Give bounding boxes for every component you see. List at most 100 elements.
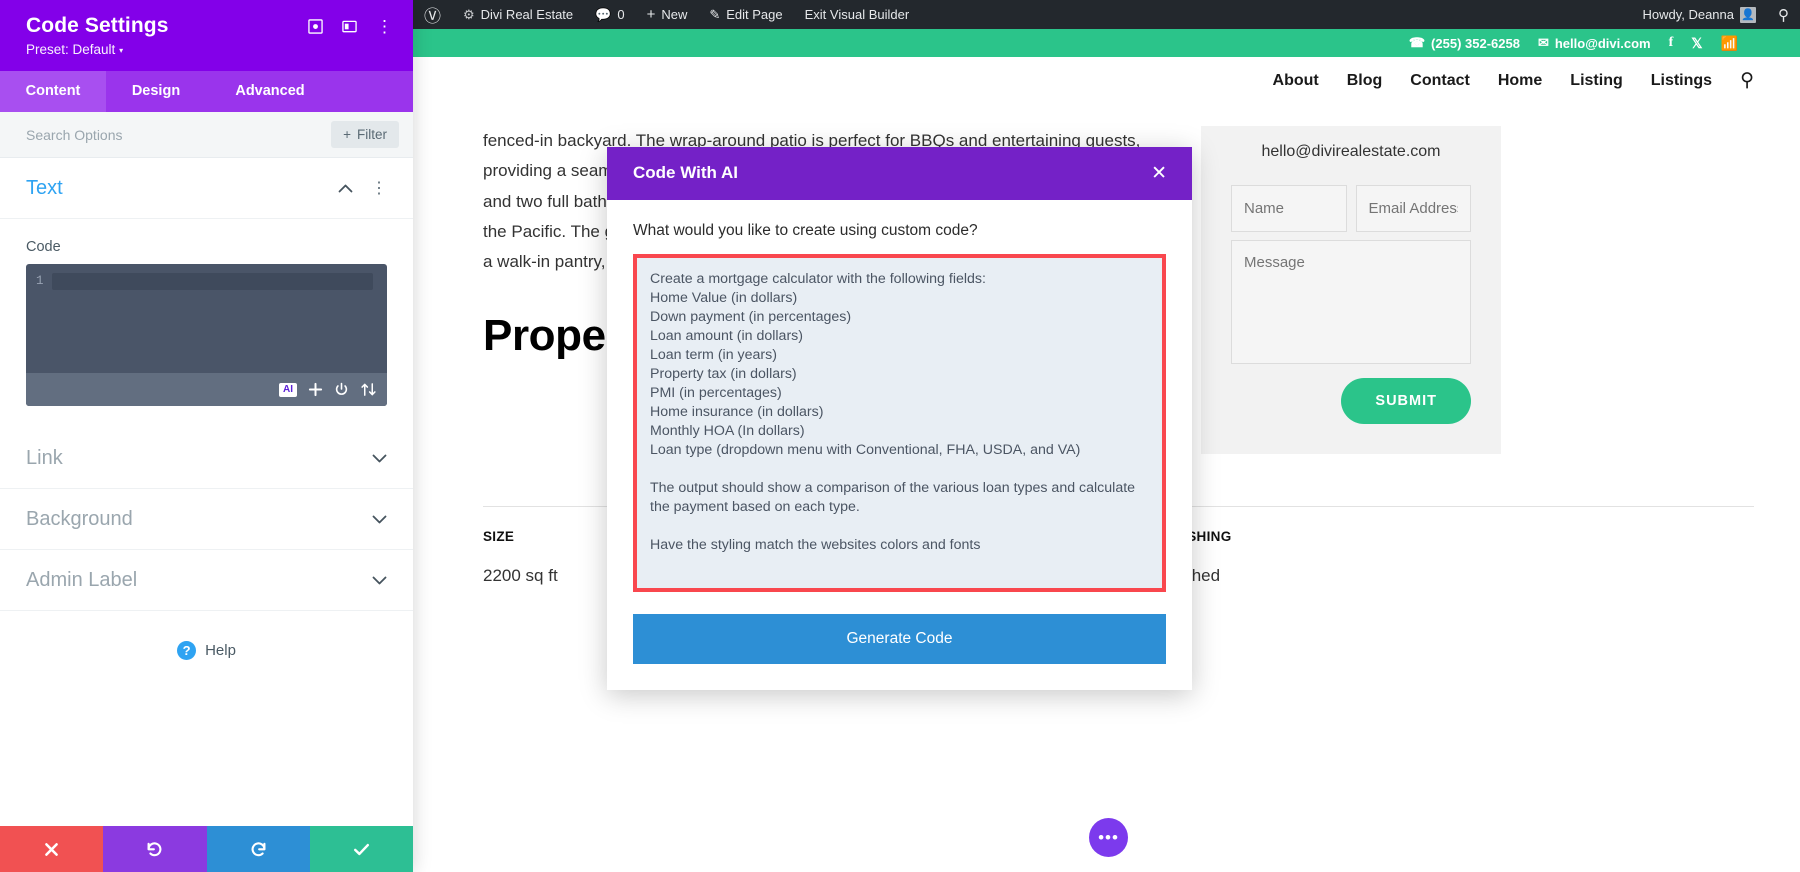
nav-search-icon[interactable]: ⚲: [1740, 69, 1754, 92]
sort-updown-icon[interactable]: [360, 382, 377, 397]
new-content-menu[interactable]: + New: [636, 0, 699, 29]
new-label: New: [661, 7, 688, 22]
comments-count: 0: [617, 7, 625, 22]
undo-button[interactable]: [103, 826, 207, 872]
settings-search-bar: + Filter: [0, 112, 413, 159]
x-twitter-icon[interactable]: 𝕏: [1691, 35, 1702, 52]
section-body-text: Code 1 AI: [0, 219, 413, 428]
help-button[interactable]: ? Help: [0, 611, 413, 661]
kebab-menu-icon[interactable]: ⋮: [376, 18, 393, 35]
ai-prompt-textarea[interactable]: [633, 254, 1166, 592]
cancel-button[interactable]: [0, 826, 104, 872]
user-account-menu[interactable]: Howdy, Deanna 👤: [1631, 0, 1767, 29]
spec-furnishing-value: Furnished: [1145, 566, 1755, 586]
close-icon[interactable]: ✕: [1148, 164, 1170, 183]
site-topbar: ☎ (255) 352-6258 ✉ hello@divi.com f 𝕏 📶: [413, 29, 1800, 57]
exit-visual-builder-link[interactable]: Exit Visual Builder: [794, 0, 921, 29]
power-icon[interactable]: [334, 382, 349, 397]
sidebar-column: hello@divirealestate.com SUBMIT: [1201, 126, 1501, 454]
add-icon[interactable]: [308, 382, 323, 397]
facebook-icon[interactable]: f: [1669, 35, 1674, 51]
submit-button[interactable]: SUBMIT: [1341, 378, 1471, 424]
preset-label: Preset: Default: [26, 42, 116, 58]
contact-email-label: hello@divirealestate.com: [1261, 143, 1441, 160]
module-settings-panel: Code Settings Preset: Default ▾ ⋮ Conten…: [0, 0, 413, 872]
message-field[interactable]: [1231, 240, 1471, 364]
tab-content[interactable]: Content: [0, 71, 106, 113]
plus-icon: +: [646, 6, 656, 23]
nav-item-listing[interactable]: Listing: [1570, 72, 1622, 90]
section-header-admin-label[interactable]: Admin Label: [0, 550, 413, 612]
name-field[interactable]: [1231, 185, 1347, 232]
code-field-label: Code: [26, 239, 61, 256]
modal-footer: Generate Code: [607, 592, 1192, 690]
pencil-icon: ✎: [709, 6, 721, 22]
phone-label: (255) 352-6258: [1431, 35, 1520, 51]
spec-furnishing: FURNISHING Furnished: [1144, 506, 1755, 586]
chevron-up-icon[interactable]: [338, 180, 353, 198]
section-header-text[interactable]: Text ⋮: [0, 158, 413, 220]
section-text-label: Text: [26, 177, 63, 200]
topbar-phone[interactable]: ☎ (255) 352-6258: [1409, 35, 1520, 51]
nav-item-home[interactable]: Home: [1498, 72, 1542, 90]
redo-button[interactable]: [206, 826, 310, 872]
modal-title: Code With AI: [633, 163, 738, 182]
focus-icon[interactable]: [308, 19, 323, 34]
search-input[interactable]: [26, 126, 226, 143]
nav-item-about[interactable]: About: [1273, 72, 1319, 90]
wp-logo-menu[interactable]: Ⓥ: [413, 0, 452, 29]
howdy-label: Howdy, Deanna: [1642, 7, 1734, 22]
comments-menu[interactable]: 💬 0: [584, 0, 635, 29]
settings-body: Text ⋮ Code 1 AI Link Background Admin L…: [0, 158, 413, 826]
section-header-background[interactable]: Background: [0, 489, 413, 551]
code-line-number: 1: [36, 274, 44, 289]
code-editor[interactable]: 1 AI: [26, 264, 387, 407]
settings-footer: [0, 826, 413, 872]
exit-visual-builder-label: Exit Visual Builder: [804, 7, 910, 22]
settings-header-icons: ⋮: [308, 18, 393, 35]
section-link-label: Link: [26, 447, 63, 470]
site-name-menu[interactable]: ⚙ Divi Real Estate: [452, 0, 584, 29]
modal-header: Code With AI ✕: [607, 147, 1192, 200]
section-text-controls: ⋮: [338, 180, 387, 198]
filter-button[interactable]: + Filter: [331, 121, 399, 149]
tab-design[interactable]: Design: [106, 71, 206, 112]
phone-icon: ☎: [1408, 35, 1426, 50]
layout-panel-icon[interactable]: [342, 19, 357, 34]
email-field[interactable]: [1355, 185, 1471, 232]
code-active-line[interactable]: [52, 273, 373, 291]
nav-item-listings[interactable]: Listings: [1651, 72, 1712, 90]
section-header-link[interactable]: Link: [0, 428, 413, 490]
section-kebab-menu-icon[interactable]: ⋮: [371, 180, 387, 197]
save-button[interactable]: [309, 826, 413, 872]
chevron-down-icon[interactable]: [372, 511, 387, 529]
help-icon: ?: [177, 641, 197, 661]
chevron-down-icon[interactable]: [372, 450, 387, 468]
nav-item-blog[interactable]: Blog: [1347, 72, 1383, 90]
topbar-email[interactable]: ✉ hello@divi.com: [1538, 35, 1651, 51]
tab-advanced[interactable]: Advanced: [206, 71, 334, 112]
code-with-ai-modal: Code With AI ✕ What would you like to cr…: [607, 147, 1192, 690]
chevron-down-icon[interactable]: [372, 572, 387, 590]
settings-tabs: Content Design Advanced: [0, 71, 413, 113]
site-main-nav: About Blog Contact Home Listing Listings…: [413, 57, 1800, 104]
rss-icon[interactable]: 📶: [1721, 35, 1738, 52]
contact-form-card: hello@divirealestate.com SUBMIT: [1201, 126, 1501, 454]
edit-page-label: Edit Page: [726, 7, 783, 22]
dashboard-icon: ⚙: [463, 6, 475, 22]
divi-floating-menu-button[interactable]: •••: [1089, 818, 1128, 857]
section-admin-label-label: Admin Label: [26, 569, 138, 592]
adminbar-search-button[interactable]: ⚲: [1767, 0, 1800, 29]
edit-page-link[interactable]: ✎ Edit Page: [698, 0, 793, 29]
email-label: hello@divi.com: [1554, 35, 1651, 51]
modal-question-label: What would you like to create using cust…: [633, 222, 978, 239]
code-editor-toolbar: AI: [26, 373, 387, 407]
generate-code-button[interactable]: Generate Code: [633, 614, 1166, 664]
nav-item-contact[interactable]: Contact: [1410, 72, 1470, 90]
settings-header: Code Settings Preset: Default ▾ ⋮: [0, 0, 413, 72]
settings-preset-selector[interactable]: Preset: Default ▾: [26, 42, 391, 57]
help-label: Help: [205, 642, 236, 660]
wp-admin-bar: Ⓥ ⚙ Divi Real Estate 💬 0 + New ✎ Edit Pa…: [413, 0, 1800, 29]
ai-button[interactable]: AI: [279, 382, 297, 397]
search-icon: ⚲: [1778, 6, 1789, 24]
